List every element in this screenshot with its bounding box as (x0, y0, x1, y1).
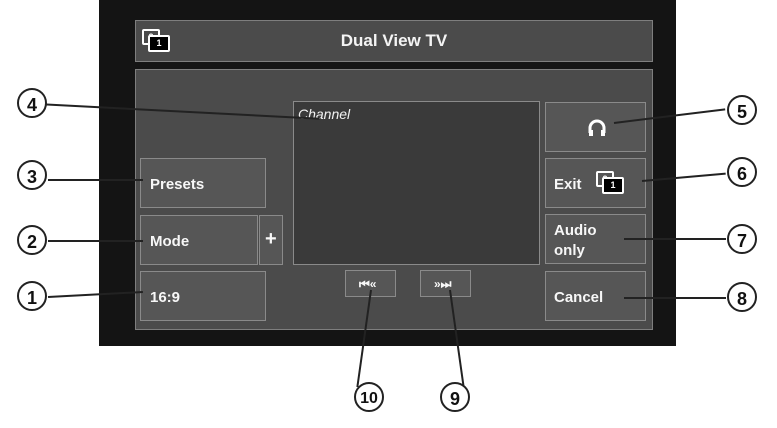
mode-plus-button[interactable]: + (259, 215, 283, 265)
next-channel-button[interactable]: »⏭ (420, 270, 471, 297)
callout-8: 8 (727, 282, 757, 312)
headphones-button[interactable] (545, 102, 646, 152)
audio-only-label-line2: only (554, 242, 585, 259)
presets-label: Presets (150, 176, 205, 193)
audio-only-label-line1: Audio (554, 222, 597, 239)
presets-button[interactable]: Presets (140, 158, 266, 208)
cancel-button[interactable]: Cancel (545, 271, 646, 321)
callout-2: 2 (17, 225, 47, 255)
callout-6: 6 (727, 157, 757, 187)
cancel-label: Cancel (554, 289, 604, 306)
mode-plus-label: + (265, 228, 277, 250)
callout-3: 3 (17, 160, 47, 190)
channel-display: Channel (293, 101, 540, 265)
channel-label: Channel (298, 106, 351, 122)
dual-view-icon: 2 1 (596, 171, 624, 194)
callout-5: 5 (727, 95, 757, 125)
aspect-ratio-button[interactable]: 16:9 (140, 271, 266, 321)
callout-line-2 (48, 240, 143, 242)
callout-line-3 (48, 179, 143, 181)
callout-1: 1 (17, 281, 47, 311)
exit-label: Exit (554, 176, 582, 193)
previous-icon: ⏮« (359, 277, 377, 291)
aspect-ratio-label: 16:9 (150, 289, 181, 306)
exit-dual-view-button[interactable]: Exit 2 1 (545, 158, 646, 208)
callout-line-8 (624, 297, 726, 299)
title-bar: 2 1 Dual View TV (135, 20, 653, 62)
callout-4: 4 (17, 88, 47, 118)
page-title: Dual View TV (340, 31, 448, 50)
callout-9: 9 (440, 382, 470, 412)
mode-label: Mode (150, 233, 190, 250)
mode-button[interactable]: Mode (140, 215, 258, 265)
callout-line-7 (624, 238, 726, 240)
callout-10: 10 (354, 382, 384, 412)
callout-7: 7 (727, 224, 757, 254)
headphones-icon (588, 119, 606, 136)
